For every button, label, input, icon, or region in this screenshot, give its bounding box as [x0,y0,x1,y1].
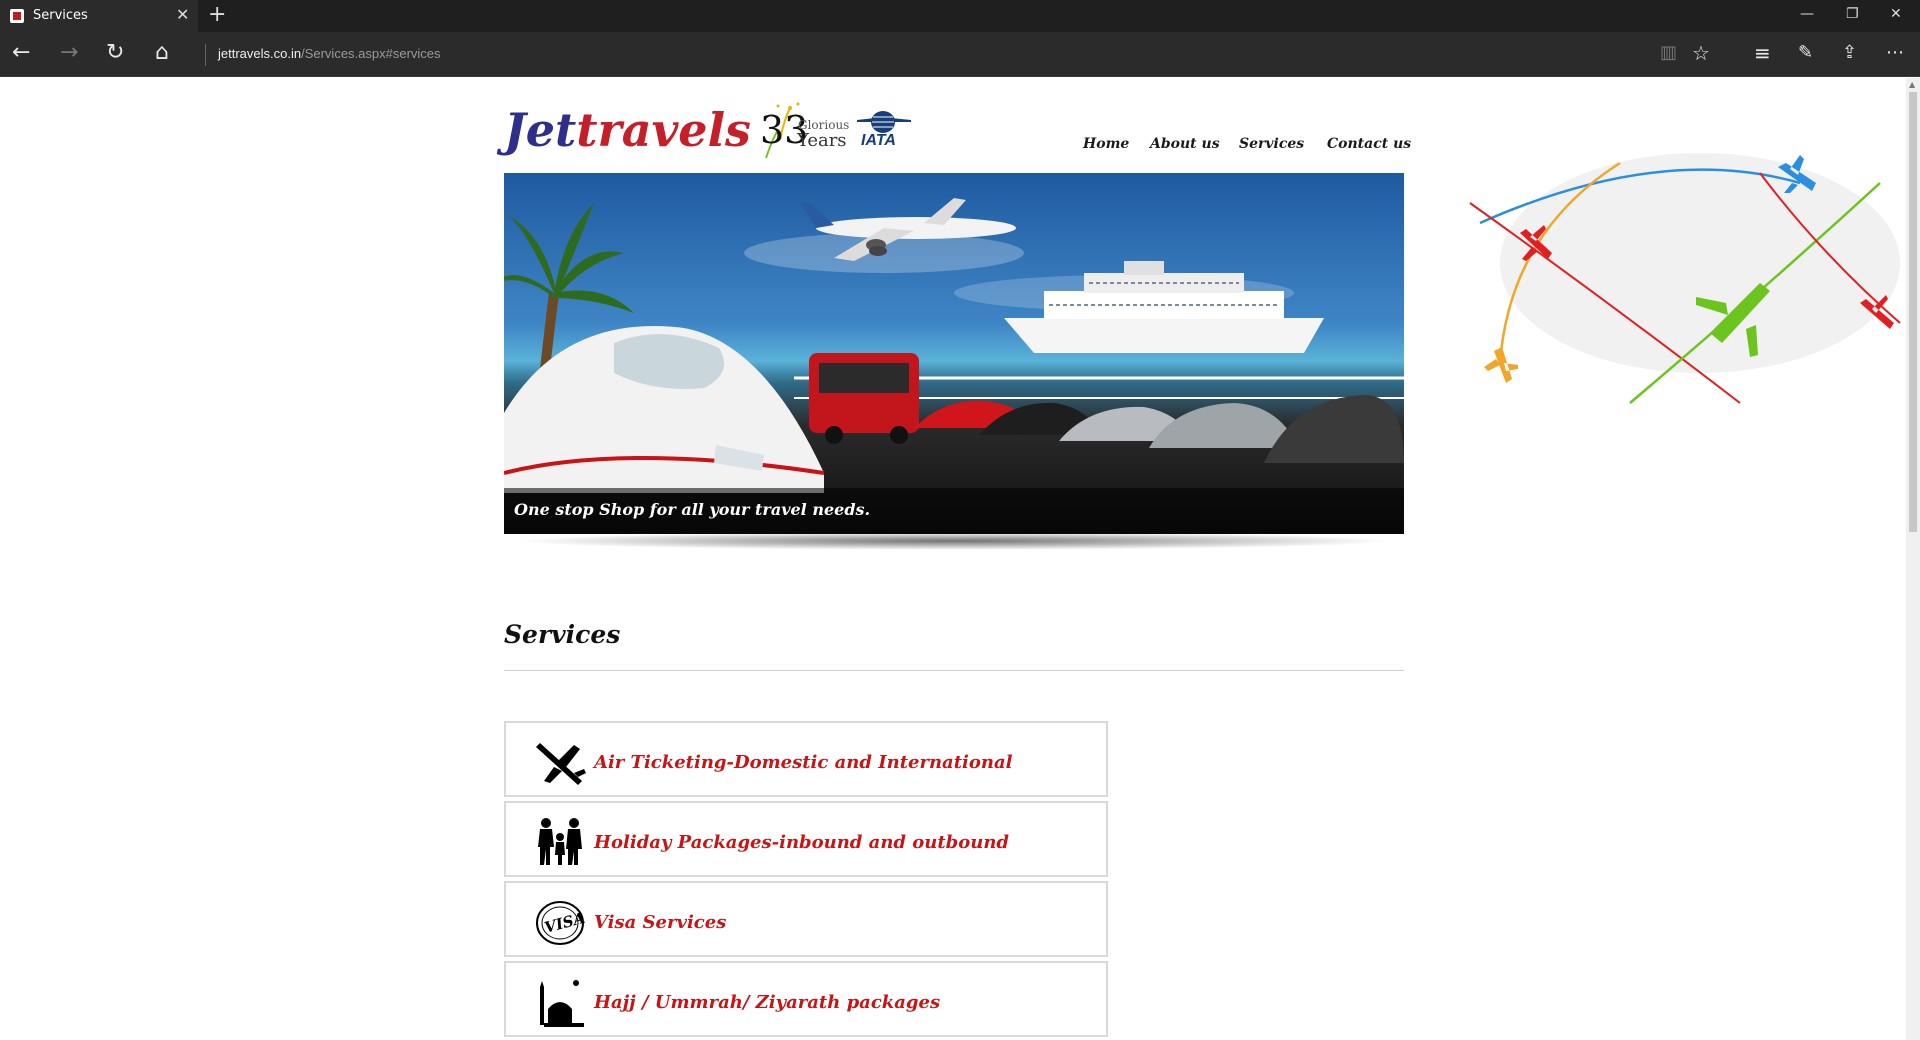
mosque-icon [540,980,584,1027]
reading-view-icon[interactable]: ▥ [1660,41,1677,65]
logo-suffix: travels [576,103,751,157]
window-close-icon[interactable]: ✕ [1890,6,1902,22]
service-item-hajj[interactable]: Hajj / Ummrah/ Ziyarath packages [504,961,1108,1037]
iata-globe-icon [857,111,911,133]
page-scrollbar[interactable]: ▲ [1906,78,1920,1040]
flight-paths-illustration [1469,153,1901,404]
share-icon[interactable]: ⇪ [1842,41,1857,65]
more-icon[interactable]: ⋯ [1886,41,1904,65]
nav-about[interactable]: About us [1150,136,1220,152]
forward-icon[interactable]: → [60,41,78,65]
hero-caption: One stop Shop for all your travel needs. [514,500,871,519]
orange-plane-icon [1484,347,1518,383]
browser-tab-bar: Services ✕ + — ❐ ✕ [0,0,1920,32]
logo-prefix: Jet [504,103,577,157]
favorite-star-icon[interactable]: ☆ [1692,41,1710,65]
service-label: Visa Services [594,912,727,933]
refresh-icon[interactable]: ↻ [106,41,124,65]
url-domain: jettravels.co.in [218,46,302,61]
service-item-air-ticketing[interactable]: Air Ticketing-Domestic and International [504,721,1108,797]
tab-title: Services [33,8,88,23]
service-label: Holiday Packages-inbound and outbound [594,832,1010,853]
web-note-icon[interactable]: ✎ [1798,41,1813,65]
url-separator [205,44,206,66]
visa-stamp-icon: VISA [536,901,587,945]
page-content: Jettravels 33 Glorious Years IATA Home A… [0,78,1906,1040]
home-icon[interactable]: ⌂ [155,41,169,65]
nav-services[interactable]: Services [1239,136,1304,152]
badge-years: Years [797,130,847,151]
scroll-up-icon[interactable]: ▲ [1909,80,1915,89]
back-icon[interactable]: ← [12,41,30,65]
browser-tab[interactable]: Services ✕ [0,0,198,32]
iata-logo: IATA [855,108,915,152]
services-heading: Services [504,620,621,649]
close-tab-icon[interactable]: ✕ [176,5,189,24]
restore-icon[interactable]: ❐ [1846,6,1859,22]
address-bar[interactable]: jettravels.co.in/Services.aspx#services [218,46,441,61]
scroll-thumb[interactable] [1909,92,1917,532]
service-item-visa[interactable]: VISA Visa Services [504,881,1108,957]
hero-shadow [514,532,1394,550]
anniversary-badge: 33 Glorious Years [752,100,852,166]
minimize-icon[interactable]: — [1800,6,1814,22]
hub-icon[interactable]: ≡ [1754,41,1771,65]
family-icon [538,818,582,865]
service-item-holiday-packages[interactable]: Holiday Packages-inbound and outbound [504,801,1108,877]
hero-illustration [504,198,1404,493]
nav-contact[interactable]: Contact us [1327,136,1411,152]
favicon-icon [10,9,24,23]
service-label: Air Ticketing-Domestic and International [594,752,1013,773]
airplane-icon [536,743,586,785]
service-label: Hajj / Ummrah/ Ziyarath packages [594,992,941,1013]
new-tab-icon[interactable]: + [208,2,226,27]
browser-nav-bar: ← → ↻ ⌂ jettravels.co.in/Services.aspx#s… [0,32,1920,77]
services-divider [504,670,1404,671]
site-logo[interactable]: Jettravels [504,103,751,157]
hero-banner: One stop Shop for all your travel needs. [504,173,1404,534]
hero-caption-bar: One stop Shop for all your travel needs. [504,488,1404,534]
nav-home[interactable]: Home [1083,136,1129,152]
url-path: /Services.aspx#services [301,46,441,61]
iata-label: IATA [861,132,896,149]
